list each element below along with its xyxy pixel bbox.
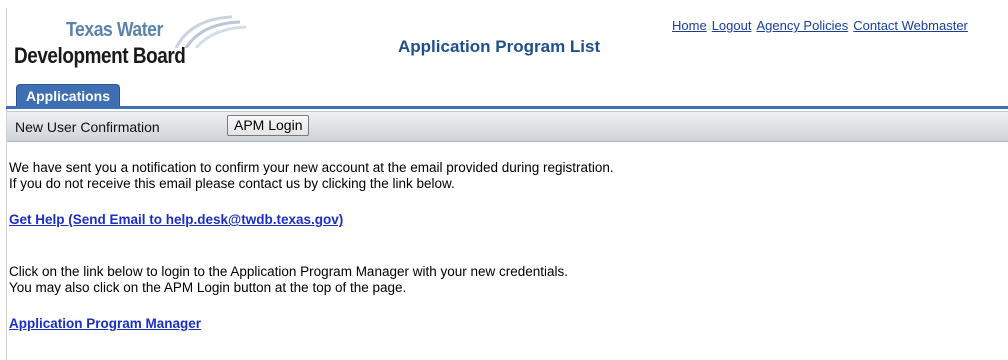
nav-link-contact-webmaster[interactable]: Contact Webmaster [853,18,968,33]
confirmation-message: We have sent you a notification to confi… [9,160,614,192]
confirmation-message-line-1: We have sent you a notification to confi… [9,160,614,175]
tab-bar-rule [6,106,1008,109]
confirmation-message-line-2: If you do not receive this email please … [9,176,455,191]
twdb-logo[interactable]: Texas Water Development Board [12,14,252,76]
apm-login-button[interactable]: APM Login [227,115,310,136]
nav-link-agency-policies[interactable]: Agency Policies [756,18,848,33]
nav-link-logout[interactable]: Logout [712,18,752,33]
toolbar-title: New User Confirmation [15,119,160,135]
page-title: Application Program List [398,37,601,56]
logo-text-texas-water: Texas Water [66,19,163,41]
login-instructions-line-2: You may also click on the APM Login butt… [9,280,407,295]
login-instructions: Click on the link below to login to the … [9,264,568,296]
application-program-manager-link[interactable]: Application Program Manager [9,316,201,331]
toolbar: New User Confirmation APM Login [7,111,1008,142]
page-header: Texas Water Development Board Applicatio… [0,0,1008,82]
nav-link-home[interactable]: Home [672,18,707,33]
get-help-email-link[interactable]: Get Help (Send Email to help.desk@twdb.t… [9,212,343,227]
logo-text-development-board: Development Board [14,43,186,68]
tab-applications[interactable]: Applications [16,84,121,107]
login-instructions-line-1: Click on the link below to login to the … [9,264,569,279]
apm-link-container: Application Program Manager [9,316,201,332]
top-nav-links: Home Logout Agency Policies Contact Webmast… [672,18,973,33]
help-link-container: Get Help (Send Email to help.desk@twdb.t… [9,212,343,228]
